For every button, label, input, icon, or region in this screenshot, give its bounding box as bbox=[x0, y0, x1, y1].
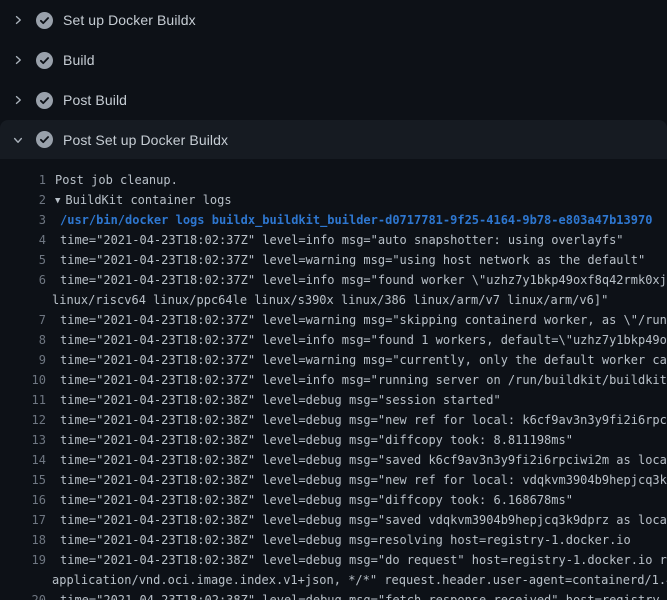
line-number[interactable]: 13 bbox=[0, 430, 46, 450]
line-number[interactable]: 15 bbox=[0, 470, 46, 490]
log-row: 4 time="2021-04-23T18:02:37Z" level=info… bbox=[0, 230, 667, 250]
log-text: time="2021-04-23T18:02:37Z" level=info m… bbox=[46, 370, 667, 390]
log-row: 7 time="2021-04-23T18:02:37Z" level=warn… bbox=[0, 310, 667, 330]
chevron-right-icon bbox=[12, 14, 36, 26]
line-number[interactable]: 4 bbox=[0, 230, 46, 250]
log-row: 20 time="2021-04-23T18:02:38Z" level=deb… bbox=[0, 590, 667, 600]
line-number[interactable]: 17 bbox=[0, 510, 46, 530]
line-number[interactable]: 19 bbox=[0, 550, 46, 570]
line-number[interactable]: 12 bbox=[0, 410, 46, 430]
step-label: Build bbox=[63, 52, 95, 68]
log-row: linux/riscv64 linux/ppc64le linux/s390x … bbox=[0, 290, 667, 310]
step-label: Post Set up Docker Buildx bbox=[63, 132, 228, 148]
log-text: time="2021-04-23T18:02:38Z" level=debug … bbox=[46, 410, 667, 430]
line-number[interactable]: 1 bbox=[0, 170, 46, 190]
log-text: time="2021-04-23T18:02:38Z" level=debug … bbox=[46, 550, 667, 570]
log-row: 8 time="2021-04-23T18:02:37Z" level=info… bbox=[0, 330, 667, 350]
line-number[interactable]: 8 bbox=[0, 330, 46, 350]
log-row: 10 time="2021-04-23T18:02:37Z" level=inf… bbox=[0, 370, 667, 390]
log-row: 5 time="2021-04-23T18:02:37Z" level=warn… bbox=[0, 250, 667, 270]
log-text: linux/riscv64 linux/ppc64le linux/s390x … bbox=[52, 290, 608, 310]
log-row: 12 time="2021-04-23T18:02:38Z" level=deb… bbox=[0, 410, 667, 430]
log-text: time="2021-04-23T18:02:38Z" level=debug … bbox=[46, 490, 573, 510]
line-number[interactable]: 14 bbox=[0, 450, 46, 470]
log-row: 15 time="2021-04-23T18:02:38Z" level=deb… bbox=[0, 470, 667, 490]
line-number[interactable]: 11 bbox=[0, 390, 46, 410]
log-text: time="2021-04-23T18:02:37Z" level=warnin… bbox=[46, 250, 645, 270]
log-text: time="2021-04-23T18:02:37Z" level=info m… bbox=[46, 230, 624, 250]
check-circle-icon bbox=[36, 52, 53, 69]
step-row[interactable]: Set up Docker Buildx bbox=[0, 0, 667, 40]
step-row[interactable]: Build bbox=[0, 40, 667, 80]
line-number[interactable]: 9 bbox=[0, 350, 46, 370]
log-row: 6 time="2021-04-23T18:02:37Z" level=info… bbox=[0, 270, 667, 290]
log-row: 1 Post job cleanup. bbox=[0, 170, 667, 190]
log-text: time="2021-04-23T18:02:38Z" level=debug … bbox=[46, 530, 631, 550]
group-toggle-icon[interactable]: ▼ bbox=[55, 191, 60, 210]
check-circle-icon bbox=[36, 92, 53, 109]
log-text: time="2021-04-23T18:02:38Z" level=debug … bbox=[46, 510, 667, 530]
step-list: Set up Docker Buildx Build P bbox=[0, 0, 667, 159]
log-row: application/vnd.oci.image.index.v1+json,… bbox=[0, 570, 667, 590]
log-text: time="2021-04-23T18:02:37Z" level=warnin… bbox=[46, 310, 667, 330]
log-row: 14 time="2021-04-23T18:02:38Z" level=deb… bbox=[0, 450, 667, 470]
log-area: 1 Post job cleanup. 2 ▼ BuildKit containe… bbox=[0, 159, 667, 600]
log-row: 16 time="2021-04-23T18:02:38Z" level=deb… bbox=[0, 490, 667, 510]
step-label: Post Build bbox=[63, 92, 127, 108]
check-circle-icon bbox=[36, 131, 53, 148]
log-text: time="2021-04-23T18:02:37Z" level=info m… bbox=[46, 330, 667, 350]
check-circle-icon bbox=[36, 12, 53, 29]
log-text: time="2021-04-23T18:02:37Z" level=info m… bbox=[46, 270, 667, 290]
log-row: 17 time="2021-04-23T18:02:38Z" level=deb… bbox=[0, 510, 667, 530]
log-text: time="2021-04-23T18:02:38Z" level=debug … bbox=[46, 430, 573, 450]
log-row: 13 time="2021-04-23T18:02:38Z" level=deb… bbox=[0, 430, 667, 450]
line-number[interactable]: 16 bbox=[0, 490, 46, 510]
step-row[interactable]: Post Build bbox=[0, 80, 667, 120]
log-text: /usr/bin/docker logs buildx_buildkit_bui… bbox=[46, 210, 652, 230]
log-row: 18 time="2021-04-23T18:02:38Z" level=deb… bbox=[0, 530, 667, 550]
log-row: 2 ▼ BuildKit container logs bbox=[0, 190, 667, 210]
group-title[interactable]: BuildKit container logs bbox=[65, 193, 231, 207]
log-text: time="2021-04-23T18:02:38Z" level=debug … bbox=[46, 590, 667, 600]
log-text: time="2021-04-23T18:02:38Z" level=debug … bbox=[46, 470, 667, 490]
actions-log-viewer: Set up Docker Buildx Build P bbox=[0, 0, 667, 600]
line-number[interactable]: 3 bbox=[0, 210, 46, 230]
log-text: time="2021-04-23T18:02:38Z" level=debug … bbox=[46, 450, 667, 470]
line-number[interactable]: 10 bbox=[0, 370, 46, 390]
chevron-right-icon bbox=[12, 94, 36, 106]
log-text: time="2021-04-23T18:02:37Z" level=warnin… bbox=[46, 350, 667, 370]
line-number[interactable]: 6 bbox=[0, 270, 46, 290]
step-row[interactable]: Post Set up Docker Buildx bbox=[0, 120, 667, 159]
log-row: 3 /usr/bin/docker logs buildx_buildkit_b… bbox=[0, 210, 667, 230]
line-number[interactable]: 7 bbox=[0, 310, 46, 330]
line-number[interactable]: 18 bbox=[0, 530, 46, 550]
line-number[interactable]: 2 bbox=[0, 190, 46, 210]
line-number[interactable]: 5 bbox=[0, 250, 46, 270]
line-number[interactable]: 20 bbox=[0, 590, 46, 600]
chevron-right-icon bbox=[12, 54, 36, 66]
step-label: Set up Docker Buildx bbox=[63, 12, 196, 28]
log-row: 9 time="2021-04-23T18:02:37Z" level=warn… bbox=[0, 350, 667, 370]
log-text: time="2021-04-23T18:02:38Z" level=debug … bbox=[46, 390, 501, 410]
log-text: application/vnd.oci.image.index.v1+json,… bbox=[52, 570, 667, 590]
log-row: 19 time="2021-04-23T18:02:38Z" level=deb… bbox=[0, 550, 667, 570]
log-text: ▼ BuildKit container logs bbox=[46, 190, 232, 210]
chevron-down-icon bbox=[12, 134, 36, 146]
log-row: 11 time="2021-04-23T18:02:38Z" level=deb… bbox=[0, 390, 667, 410]
log-text: Post job cleanup. bbox=[46, 170, 178, 190]
